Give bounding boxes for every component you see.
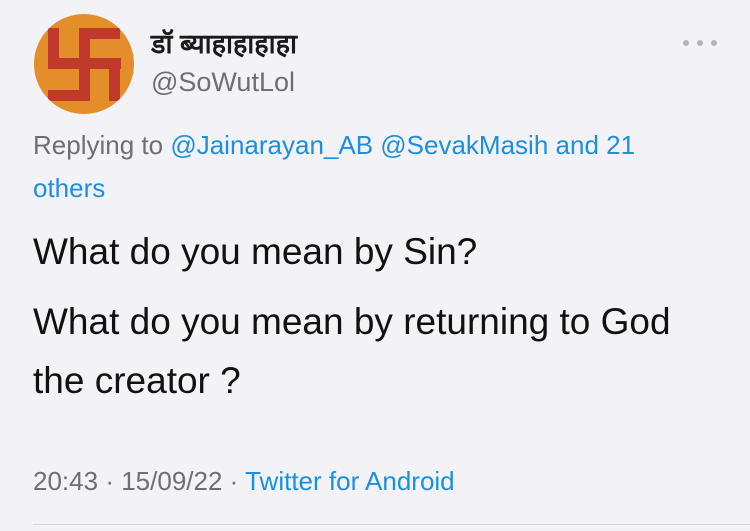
tweet-body: What do you mean by Sin? What do you mea… [33, 222, 723, 410]
meta-separator: · [105, 466, 114, 496]
dot [697, 40, 703, 46]
more-horizontal-icon[interactable] [683, 30, 717, 56]
avatar[interactable] [34, 14, 134, 114]
tweet-source-link[interactable]: Twitter for Android [245, 466, 455, 496]
meta-separator: · [229, 466, 239, 496]
tweet-date: 15/09/22 [121, 466, 223, 496]
tweet-time: 20:43 [33, 466, 99, 496]
tweet-paragraph-1: What do you mean by Sin? [33, 231, 478, 272]
divider [33, 524, 750, 525]
author-display-name[interactable]: डॉ ब्याहाहाहाहा [151, 24, 297, 61]
replying-to-label: Replying to [33, 130, 164, 160]
replying-to-line: Replying to @Jainarayan_AB @SevakMasih a… [33, 124, 713, 210]
dot [683, 40, 689, 46]
swastika-icon [34, 14, 134, 114]
author-handle[interactable]: @SoWutLol [151, 67, 295, 98]
tweet-paragraph-2: What do you mean by returning to God the… [33, 301, 671, 401]
dot [711, 40, 717, 46]
tweet-meta: 20:43 · 15/09/22 · Twitter for Android [33, 466, 455, 497]
tweet: डॉ ब्याहाहाहाहा @SoWutLol Replying to @J… [0, 0, 750, 531]
mention-link-sevakmasih[interactable]: @SevakMasih [380, 130, 548, 160]
mention-link-jainarayan[interactable]: @Jainarayan_AB [170, 130, 373, 160]
